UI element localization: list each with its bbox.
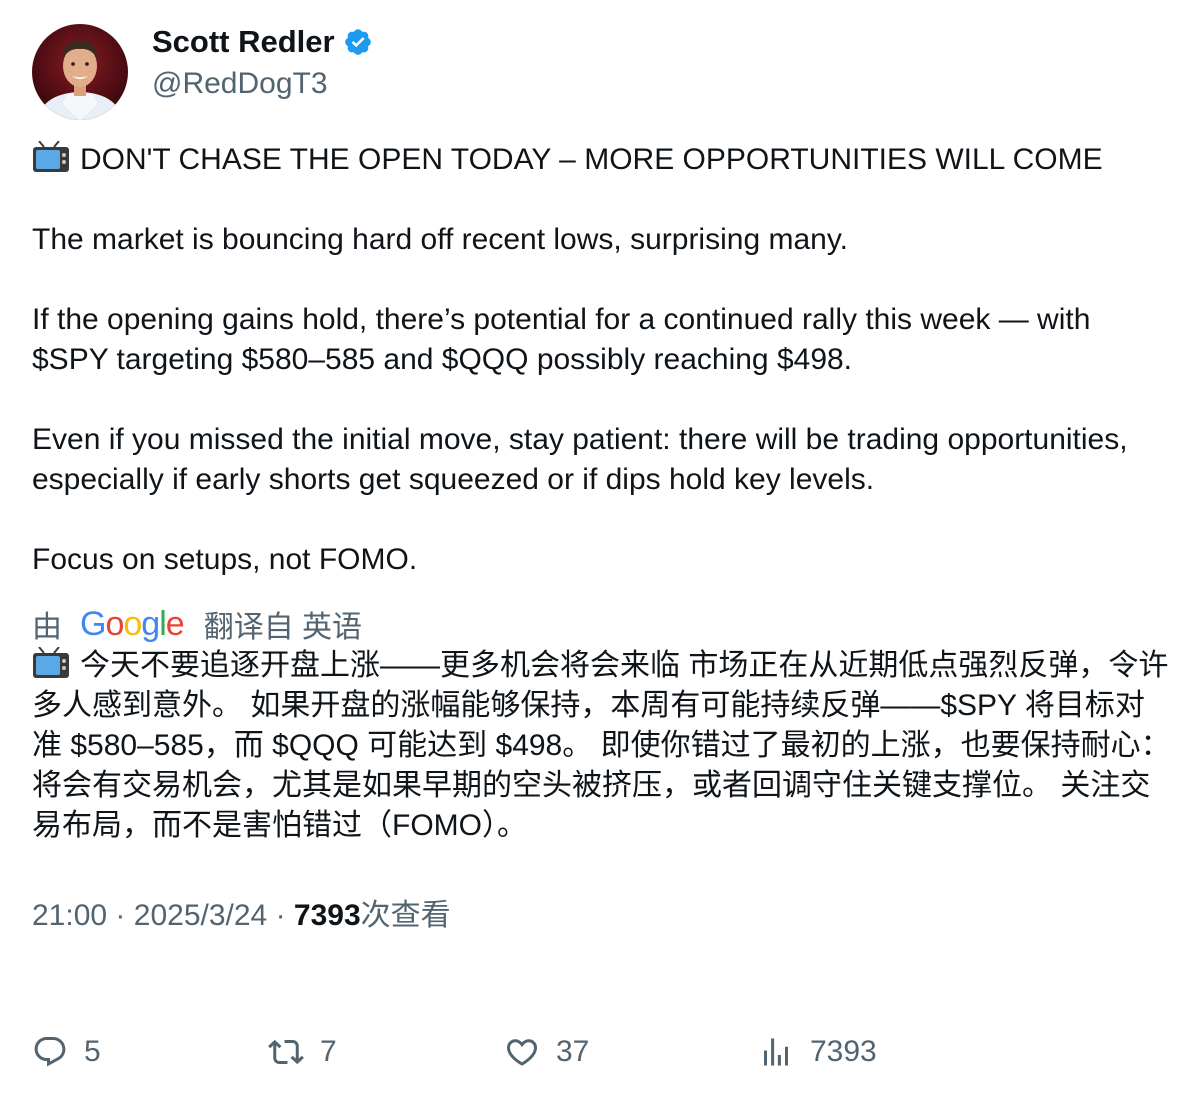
meta-separator: · <box>115 899 126 932</box>
author-name[interactable]: Scott Redler <box>152 24 335 60</box>
avatar[interactable] <box>32 24 128 120</box>
translated-text-block: 今天不要追逐开盘上涨——更多机会将会来临 市场正在从近期低点强烈反弹，令许多人感… <box>32 646 1172 846</box>
author-info: Scott Redler @RedDogT3 <box>152 24 373 104</box>
like-button[interactable]: 37 <box>504 1030 589 1074</box>
tv-icon <box>32 646 70 679</box>
retweet-button[interactable]: 7 <box>268 1030 337 1074</box>
retweet-count: 7 <box>320 1035 337 1068</box>
author-handle[interactable]: @RedDogT3 <box>152 64 373 104</box>
reply-icon <box>34 1037 66 1067</box>
tweet-paragraph: Even if you missed the initial move, sta… <box>32 423 1128 496</box>
tweet-date[interactable]: 2025/3/24 <box>134 899 267 932</box>
tweet-text: DON'T CHASE THE OPEN TODAY – MORE OPPORT… <box>32 140 1172 580</box>
author-name-row: Scott Redler <box>152 24 373 60</box>
translated-text: 今天不要追逐开盘上涨——更多机会将会来临 市场正在从近期低点强烈反弹，令许多人感… <box>32 649 1171 842</box>
translation-prefix: 由 <box>32 611 62 644</box>
heart-icon <box>506 1039 538 1066</box>
verified-badge-icon[interactable] <box>343 27 373 57</box>
tweet-paragraph: If the opening gains hold, there’s poten… <box>32 303 1091 376</box>
tweet-paragraph: Focus on setups, not FOMO. <box>32 543 418 576</box>
tweet-actions: 5 7 37 7393 <box>32 1030 1172 1074</box>
tweet-time[interactable]: 21:00 <box>32 899 107 932</box>
views-count: 7393 <box>293 899 361 932</box>
translation-attribution: 由 Google 翻译自 英语 <box>32 602 1172 646</box>
tweet-paragraph: The market is bouncing hard off recent l… <box>32 223 848 256</box>
tweet-header: Scott Redler @RedDogT3 <box>32 24 1172 120</box>
tv-icon <box>32 140 70 173</box>
reply-count: 5 <box>84 1035 101 1068</box>
tweet-headline: DON'T CHASE THE OPEN TODAY – MORE OPPORT… <box>80 143 1103 176</box>
retweet-icon <box>268 1039 304 1065</box>
tweet: Scott Redler @RedDogT3 DON'T CHASE THE O… <box>32 24 1172 936</box>
reply-button[interactable]: 5 <box>32 1030 101 1074</box>
like-count: 37 <box>556 1035 590 1068</box>
views-action-count: 7393 <box>810 1035 877 1068</box>
views-button[interactable]: 7393 <box>758 1030 877 1074</box>
translation-suffix[interactable]: 翻译自 英语 <box>204 602 362 646</box>
tweet-meta: 21:00 · 2025/3/24 · 7393次查看 <box>32 896 1172 936</box>
tweet-paragraph: DON'T CHASE THE OPEN TODAY – MORE OPPORT… <box>32 140 1172 180</box>
google-logo-icon: Google <box>80 604 185 643</box>
views-label: 次查看 <box>360 899 451 932</box>
meta-separator: · <box>275 899 286 932</box>
analytics-icon <box>764 1038 788 1066</box>
